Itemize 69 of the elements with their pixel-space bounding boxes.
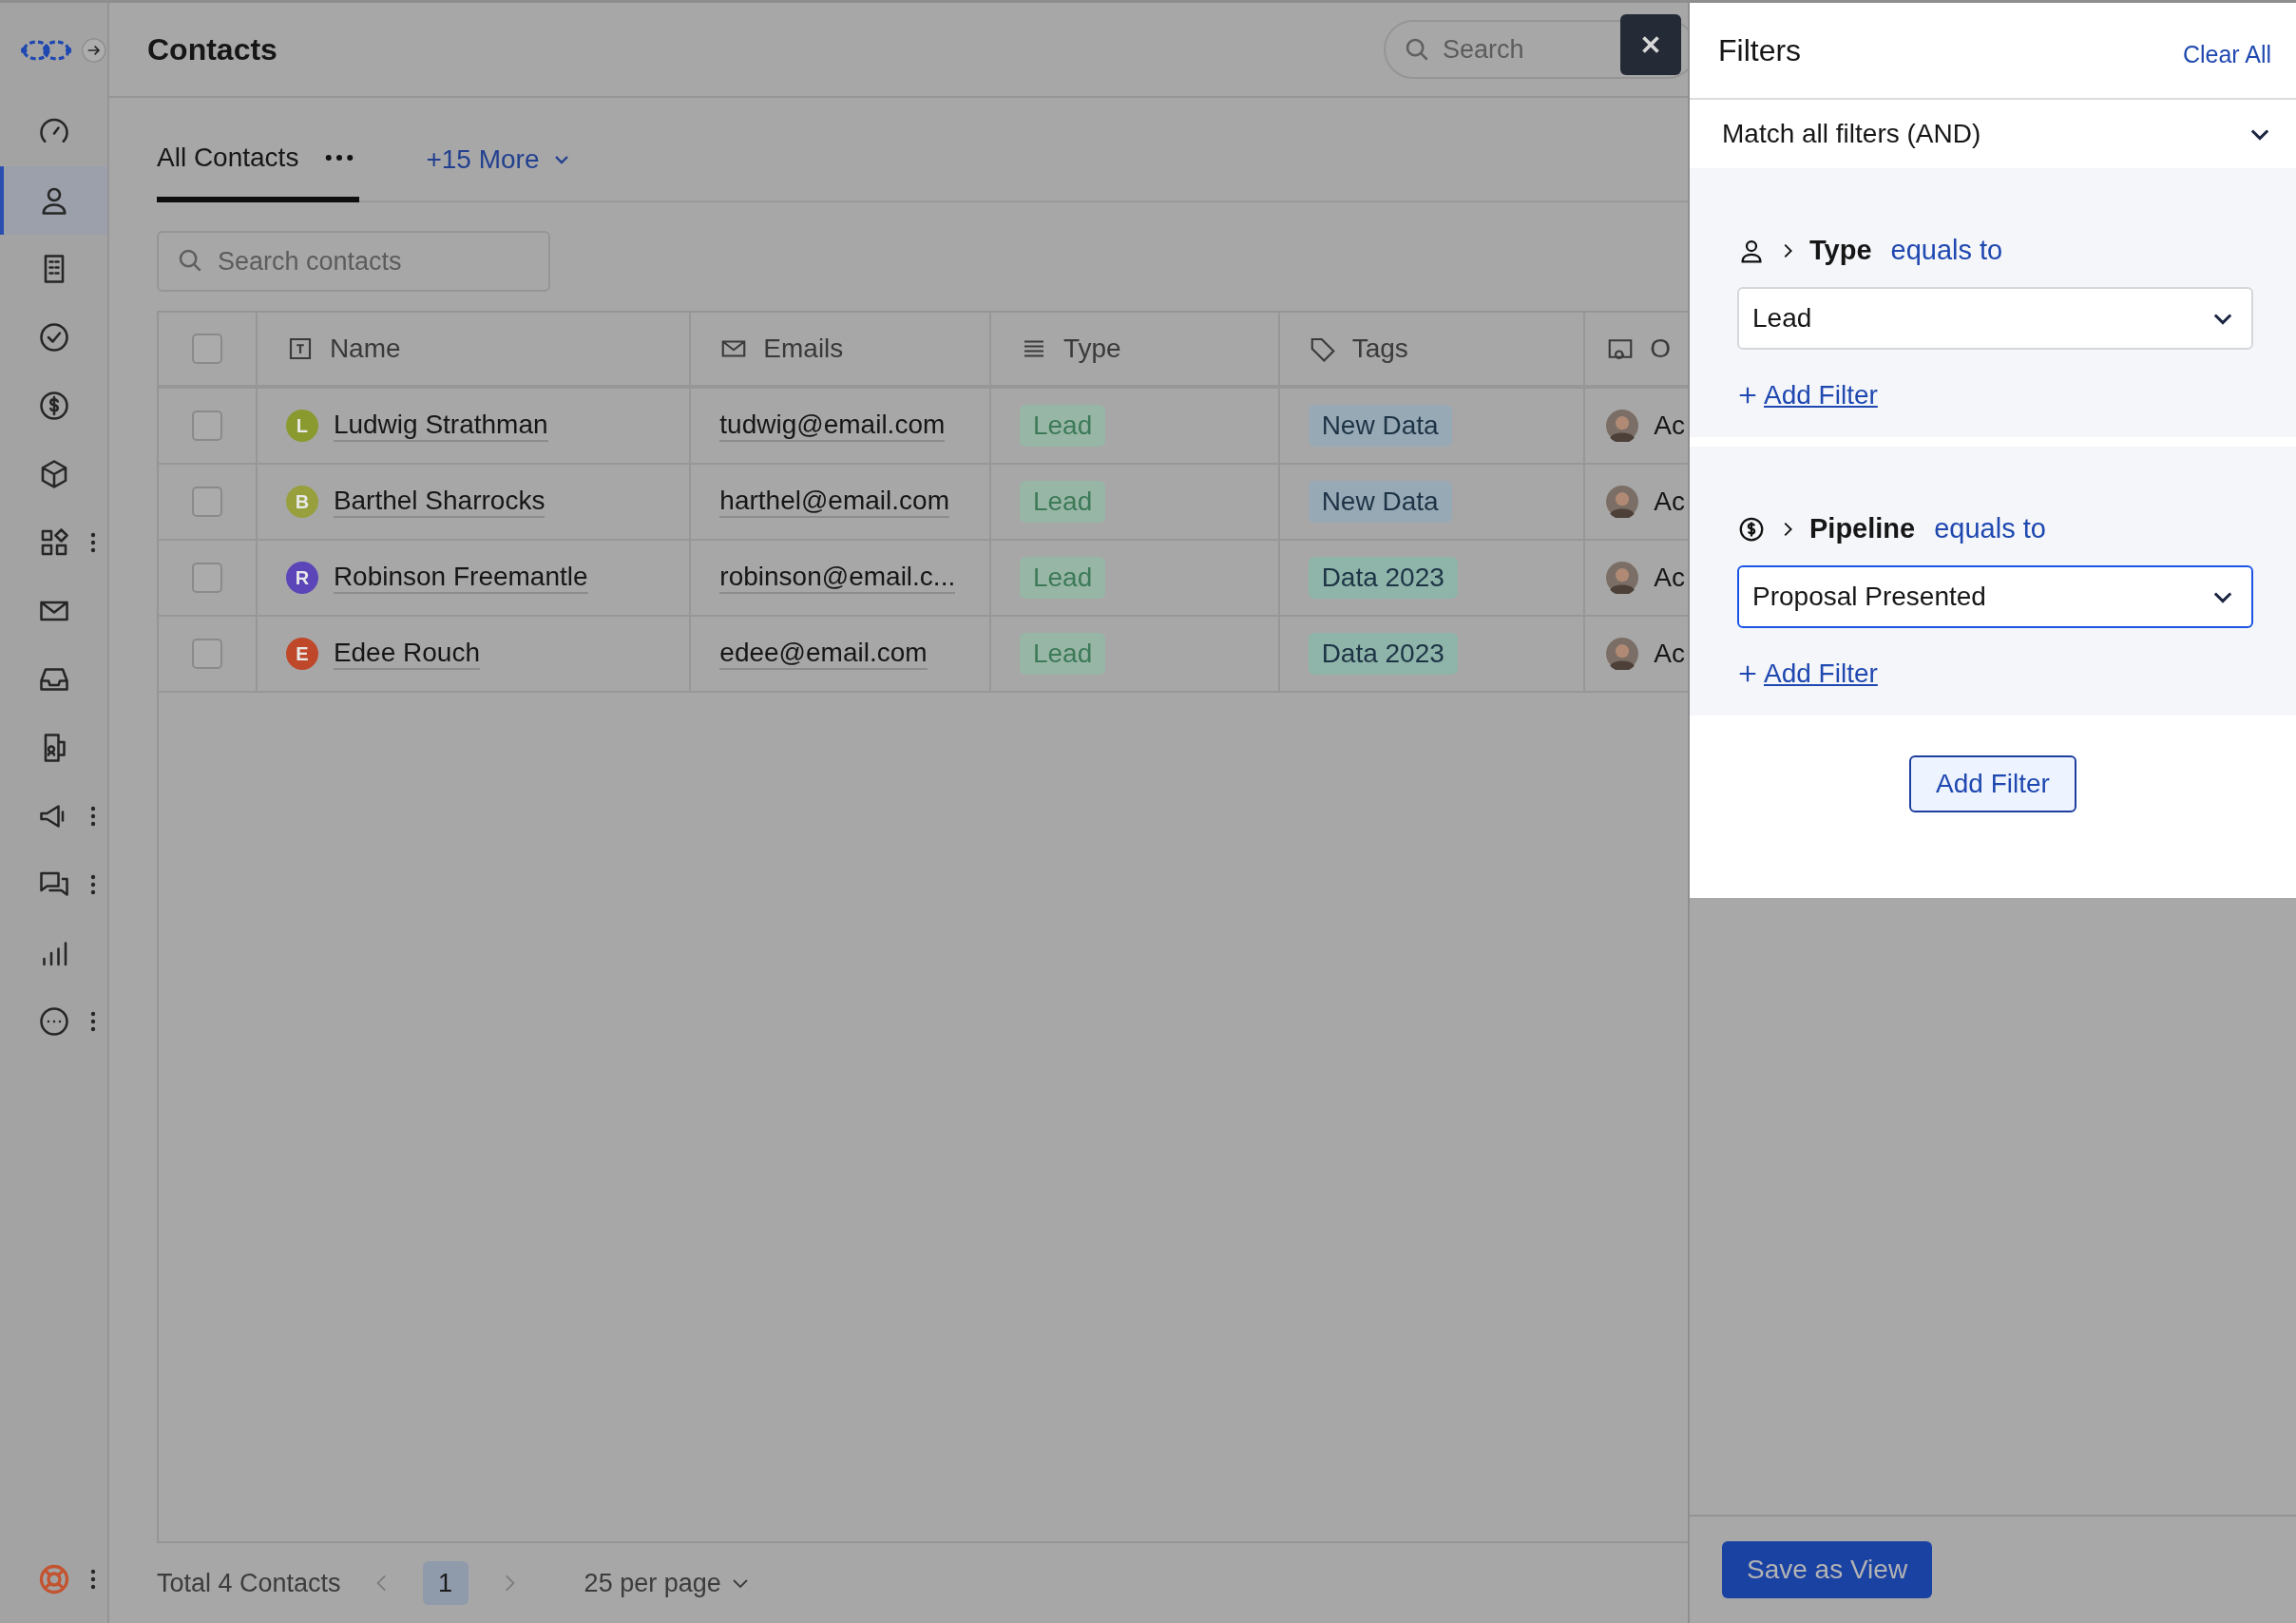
email-link[interactable]: robinson@email.c... xyxy=(719,561,956,595)
email-link[interactable]: tudwig@email.com xyxy=(719,409,946,443)
row-checkbox[interactable] xyxy=(191,563,222,593)
match-mode-dropdown[interactable]: Match all filters (AND) xyxy=(1690,100,2296,168)
kebab-icon[interactable] xyxy=(90,805,96,828)
column-header[interactable]: O xyxy=(1585,313,1688,385)
total-count: Total 4 Contacts xyxy=(157,1568,341,1598)
add-filter-link[interactable]: Add Filter xyxy=(1764,659,1878,689)
owner-name: Ac xyxy=(1654,563,1685,593)
page-title: Contacts xyxy=(147,31,277,67)
tag-chip: New Data xyxy=(1308,481,1452,523)
search-field[interactable]: Search xyxy=(1384,20,1688,79)
tag-chip: New Data xyxy=(1308,405,1452,447)
type-tag: Lead xyxy=(1019,633,1106,675)
owner-avatar xyxy=(1606,638,1639,670)
add-filter-button[interactable]: Add Filter xyxy=(1909,755,2076,812)
contact-name[interactable]: Robinson Freemantle xyxy=(333,561,588,595)
select-all-checkbox[interactable] xyxy=(191,334,222,364)
row-checkbox[interactable] xyxy=(191,639,222,669)
row-checkbox[interactable] xyxy=(191,411,222,441)
page-button[interactable]: 1 xyxy=(422,1561,469,1605)
owner-name: Ac xyxy=(1654,487,1685,517)
email-link[interactable]: harthel@email.com xyxy=(719,485,949,519)
per-page-dropdown[interactable]: 25 per page xyxy=(578,1567,757,1599)
avatar-initial: R xyxy=(285,562,318,594)
more-icon[interactable] xyxy=(325,154,354,162)
contact-name[interactable]: Edee Rouch xyxy=(333,637,480,671)
add-filter-link[interactable]: Add Filter xyxy=(1764,380,1878,411)
contact-name[interactable]: Barthel Sharrocks xyxy=(333,485,545,519)
filter-field: Type xyxy=(1809,235,1872,266)
owner-name: Ac xyxy=(1654,411,1685,441)
tag-chip: Data 2023 xyxy=(1308,633,1458,675)
filter-field: Pipeline xyxy=(1809,513,1916,544)
operator-link[interactable]: equals to xyxy=(1890,235,2003,266)
clear-all-link[interactable]: Clear All xyxy=(2182,32,2271,68)
value-dropdown[interactable]: Lead xyxy=(1737,287,2253,350)
kebab-icon[interactable] xyxy=(90,1010,96,1033)
plus-icon[interactable] xyxy=(1737,385,1758,406)
type-tag: Lead xyxy=(1019,481,1106,523)
owner-name: Ac xyxy=(1654,639,1685,669)
owner-avatar xyxy=(1606,486,1639,518)
kebab-icon[interactable] xyxy=(90,1568,96,1591)
operator-link[interactable]: equals to xyxy=(1934,513,2046,544)
sidebar-item[interactable] xyxy=(0,166,107,235)
column-header[interactable]: Name xyxy=(257,313,692,385)
avatar-initial: L xyxy=(285,410,318,442)
plus-icon[interactable] xyxy=(1737,663,1758,684)
column-header[interactable]: Emails xyxy=(691,313,991,385)
more-views-dropdown[interactable]: +15 More xyxy=(426,98,574,200)
contact-name[interactable]: Ludwig Strathman xyxy=(333,409,548,443)
kebab-icon[interactable] xyxy=(90,873,96,896)
column-header[interactable]: Tags xyxy=(1279,313,1586,385)
column-header[interactable]: Type xyxy=(990,313,1280,385)
avatar-initial: E xyxy=(285,638,318,670)
owner-avatar xyxy=(1606,410,1639,442)
save-as-view-button[interactable]: Save as View xyxy=(1722,1541,1933,1598)
view-tab[interactable]: All Contacts xyxy=(157,98,360,202)
close-button[interactable] xyxy=(1620,14,1681,75)
owner-avatar xyxy=(1606,562,1639,594)
row-checkbox[interactable] xyxy=(191,487,222,517)
tag-chip: Data 2023 xyxy=(1308,557,1458,599)
avatar-initial: B xyxy=(285,486,318,518)
panel-title: Filters xyxy=(1718,32,1802,68)
kebab-icon[interactable] xyxy=(90,531,96,554)
email-link[interactable]: edee@email.com xyxy=(719,637,928,671)
value-dropdown[interactable]: Proposal Presented xyxy=(1737,565,2253,628)
type-tag: Lead xyxy=(1019,405,1106,447)
search-contacts-field[interactable]: Search contacts xyxy=(157,231,550,292)
type-tag: Lead xyxy=(1019,557,1106,599)
